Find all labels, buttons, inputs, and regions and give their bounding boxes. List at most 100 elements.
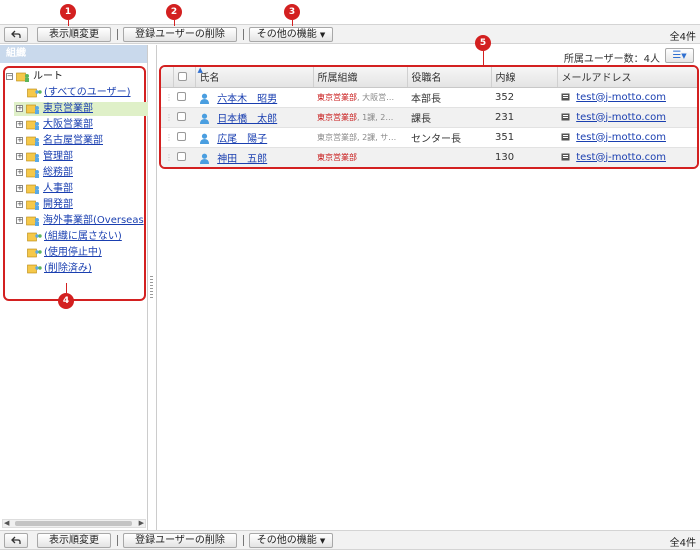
- row-select-cell: [173, 87, 195, 108]
- table-row[interactable]: ⋮⋮ 六本木 昭男 東京営業部, 大阪営… 本部長 352 test@j-mot…: [161, 87, 697, 108]
- delete-users-button[interactable]: 登録ユーザーの削除: [123, 27, 237, 42]
- user-list-pane: 所属ユーザー数：4人 ☰▼ ▲ 氏名 所属組織 役職名 内線 メールアドレス ⋮…: [156, 45, 700, 530]
- row-select-cell: [173, 127, 195, 148]
- email-link[interactable]: test@j-motto.com: [576, 112, 666, 123]
- toolbar-separator: [243, 29, 244, 40]
- organization-tree: − ルート (すべてのユーザー) + 東京営業部 + 大阪営業部 + 名古屋営業…: [3, 66, 148, 301]
- title-cell: [407, 147, 491, 167]
- primary-org: 東京営業部: [317, 112, 357, 122]
- user-group-icon: [27, 88, 42, 98]
- user-name-link[interactable]: 神田 五郎: [217, 154, 267, 165]
- drag-handle[interactable]: ⋮⋮: [161, 87, 173, 108]
- scroll-right-icon[interactable]: ▶: [139, 519, 144, 527]
- column-header-name[interactable]: ▲ 氏名: [195, 67, 314, 88]
- other-functions-label: その他の機能: [256, 535, 317, 546]
- drag-handle-icon: ⋮⋮: [165, 92, 173, 102]
- table-row[interactable]: ⋮⋮ 神田 五郎 東京営業部 130 test@j-motto.com: [161, 147, 697, 167]
- expand-icon[interactable]: +: [16, 169, 23, 176]
- display-order-button[interactable]: 表示順変更: [37, 27, 111, 42]
- organization-cell: 東京営業部, 2課, サ…: [313, 127, 407, 148]
- name-cell: 日本橋 太郎: [195, 107, 313, 128]
- user-table: ▲氏名 所属組織 役職名 内線 メールアドレス ⋮⋮ 六本木 昭男 東京営業部,…: [159, 65, 699, 169]
- display-order-button[interactable]: 表示順変更: [37, 533, 111, 548]
- address-book-icon: [561, 93, 570, 100]
- address-book-icon: [561, 133, 570, 140]
- name-cell: 六本木 昭男: [195, 87, 313, 108]
- row-checkbox[interactable]: [177, 132, 186, 141]
- pane-splitter-handle[interactable]: [150, 276, 153, 300]
- primary-org: 東京営業部: [317, 152, 357, 162]
- other-functions-button[interactable]: その他の機能 ▼: [249, 27, 333, 42]
- callout-marker-5: 5: [475, 35, 491, 51]
- org-folder-icon: [26, 200, 39, 210]
- org-folder-icon: [26, 104, 39, 114]
- drag-handle[interactable]: ⋮⋮: [161, 107, 173, 128]
- callout-marker-1: 1: [60, 4, 76, 20]
- title-cell: 課長: [407, 107, 491, 128]
- column-header-email[interactable]: メールアドレス: [557, 67, 697, 88]
- select-all-checkbox[interactable]: [177, 71, 187, 81]
- extension-cell: 231: [491, 107, 557, 128]
- expand-icon[interactable]: +: [16, 201, 23, 208]
- view-options-button[interactable]: ☰▼: [665, 48, 694, 63]
- expand-icon[interactable]: +: [16, 153, 23, 160]
- expand-icon[interactable]: +: [16, 185, 23, 192]
- org-folder-icon: [26, 216, 39, 226]
- tree-item-label: 大阪営業部: [43, 119, 93, 130]
- user-name-link[interactable]: 広尾 陽子: [217, 134, 267, 145]
- back-arrow-icon: [11, 30, 21, 38]
- drag-handle[interactable]: ⋮⋮: [161, 147, 173, 167]
- callout-marker-2: 2: [166, 4, 182, 20]
- member-count: 所属ユーザー数：4人: [563, 54, 660, 65]
- user-icon: [200, 153, 209, 164]
- primary-org: 東京営業部: [317, 132, 357, 142]
- drag-handle-icon: ⋮⋮: [165, 132, 173, 142]
- other-functions-button[interactable]: その他の機能 ▼: [249, 533, 333, 548]
- email-link[interactable]: test@j-motto.com: [576, 132, 666, 143]
- drag-handle-icon: ⋮⋮: [165, 112, 173, 122]
- row-checkbox[interactable]: [177, 112, 186, 121]
- scroll-left-icon[interactable]: ◀: [4, 519, 9, 527]
- expand-icon[interactable]: +: [16, 105, 23, 112]
- expand-icon[interactable]: +: [16, 137, 23, 144]
- organization-cell: 東京営業部, 大阪営…: [313, 87, 407, 108]
- tree-item-label: (組織に属さない): [44, 231, 122, 242]
- drag-column-header: [161, 67, 174, 88]
- email-link[interactable]: test@j-motto.com: [576, 92, 666, 103]
- address-book-icon: [561, 113, 570, 120]
- back-button[interactable]: [4, 27, 28, 42]
- row-checkbox[interactable]: [177, 152, 186, 161]
- drag-handle[interactable]: ⋮⋮: [161, 127, 173, 148]
- user-group-icon: [27, 232, 42, 242]
- column-header-extension[interactable]: 内線: [491, 67, 558, 88]
- back-button[interactable]: [4, 533, 28, 548]
- row-checkbox[interactable]: [177, 92, 186, 101]
- tree-item-label: 人事部: [43, 183, 73, 194]
- column-header-organization[interactable]: 所属組織: [313, 67, 408, 88]
- other-functions-label: その他の機能: [256, 29, 317, 40]
- callout-line-1: [68, 20, 69, 26]
- org-folder-icon: [26, 136, 39, 146]
- user-name-link[interactable]: 日本橋 太郎: [217, 114, 277, 125]
- delete-users-button[interactable]: 登録ユーザーの削除: [123, 533, 237, 548]
- toolbar-separator: [117, 535, 118, 546]
- top-toolbar: 表示順変更 登録ユーザーの削除 その他の機能 ▼ 全4件: [0, 24, 700, 44]
- table-row[interactable]: ⋮⋮ 広尾 陽子 東京営業部, 2課, サ… センター長 351 test@j-…: [161, 127, 697, 148]
- tree-horizontal-scrollbar[interactable]: ◀ ▶: [2, 519, 146, 528]
- expand-icon[interactable]: +: [16, 217, 23, 224]
- name-cell: 神田 五郎: [195, 147, 313, 167]
- email-cell: test@j-motto.com: [557, 127, 697, 148]
- expand-icon[interactable]: +: [16, 121, 23, 128]
- table-row[interactable]: ⋮⋮ 日本橋 太郎 東京営業部, 1課, 2… 課長 231 test@j-mo…: [161, 107, 697, 128]
- extension-cell: 130: [491, 147, 557, 167]
- tree-item-tokyo-sales[interactable]: + 東京営業部: [14, 102, 148, 116]
- tree-item-label: (すべてのユーザー): [44, 87, 131, 98]
- collapse-icon[interactable]: −: [6, 73, 13, 80]
- email-cell: test@j-motto.com: [557, 87, 697, 108]
- email-link[interactable]: test@j-motto.com: [576, 152, 666, 163]
- scrollbar-thumb[interactable]: [15, 521, 132, 526]
- toolbar-separator: [243, 535, 244, 546]
- tree-item-label: 総務部: [43, 167, 73, 178]
- column-header-title[interactable]: 役職名: [407, 67, 492, 88]
- user-name-link[interactable]: 六本木 昭男: [217, 94, 277, 105]
